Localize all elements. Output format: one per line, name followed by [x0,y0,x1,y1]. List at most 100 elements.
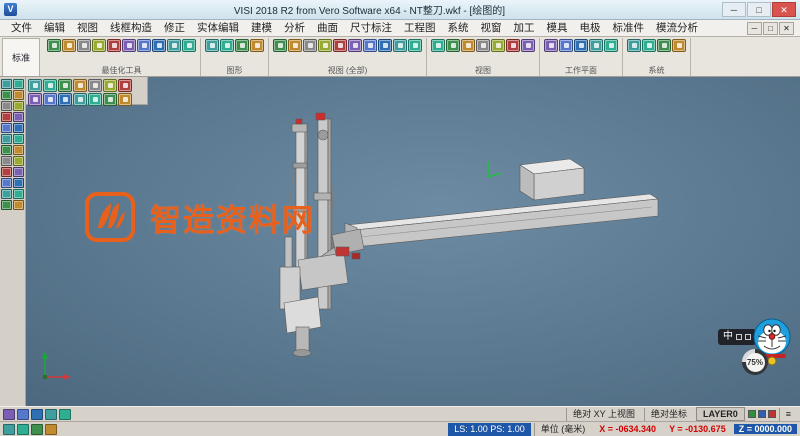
toolbar-icon[interactable] [431,39,445,52]
toolbar-icon[interactable] [627,39,641,52]
toolbar-icon[interactable] [103,79,117,92]
toolbar-icon[interactable] [3,409,15,420]
layer-selector[interactable]: LAYER0 [696,407,745,421]
toolbar-icon[interactable] [333,39,347,52]
toolbar-icon[interactable] [17,409,29,420]
toolbar-icon[interactable] [3,424,15,435]
toolbar-icon[interactable] [461,39,475,52]
toolbar-icon[interactable] [43,79,57,92]
toolbar-icon[interactable] [13,90,24,100]
ribbon-tab-standard[interactable]: 标准 [2,38,40,76]
toolbar-icon[interactable] [303,39,317,52]
toolbar-icon[interactable] [182,39,196,52]
toolbar-icon[interactable] [59,409,71,420]
toolbar-icon[interactable] [1,167,12,177]
toolbar-icon[interactable] [13,156,24,166]
mdi-restore-button[interactable]: □ [763,22,778,35]
toolbar-icon[interactable] [1,200,12,210]
toolbar-icon[interactable] [77,39,91,52]
mdi-minimize-button[interactable]: ─ [747,22,762,35]
toolbar-icon[interactable] [250,39,264,52]
viewport[interactable]: 智造资料网 中 75% [0,77,800,406]
status-menu-button[interactable]: ≡ [779,408,797,421]
toolbar-icon[interactable] [13,178,24,188]
toolbar-icon[interactable] [167,39,181,52]
menu-item-14[interactable]: 模具 [542,21,573,36]
maximize-button[interactable]: □ [747,2,771,17]
toolbar-icon[interactable] [1,123,12,133]
toolbar-icon[interactable] [506,39,520,52]
toolbar-icon[interactable] [521,39,535,52]
menu-item-4[interactable]: 修正 [159,21,190,36]
toolbar-icon[interactable] [446,39,460,52]
toolbar-icon[interactable] [31,424,43,435]
toolbar-icon[interactable] [1,178,12,188]
toolbar-icon[interactable] [408,39,422,52]
toolbar-icon[interactable] [13,167,24,177]
menu-item-0[interactable]: 文件 [6,21,37,36]
toolbar-icon[interactable] [58,93,72,106]
toolbar-icon[interactable] [73,93,87,106]
toolbar-icon[interactable] [13,101,24,111]
menu-item-6[interactable]: 建模 [246,21,277,36]
toolbar-icon[interactable] [476,39,490,52]
toolbar-icon[interactable] [1,90,12,100]
toolbar-icon[interactable] [92,39,106,52]
toolbar-icon[interactable] [657,39,671,52]
toolbar-icon[interactable] [672,39,686,52]
toolbar-icon[interactable] [1,112,12,122]
menu-item-7[interactable]: 分析 [279,21,310,36]
toolbar-icon[interactable] [318,39,332,52]
toolbar-icon[interactable] [62,39,76,52]
close-button[interactable]: ✕ [772,2,796,17]
toolbar-icon[interactable] [118,79,132,92]
toolbar-icon[interactable] [122,39,136,52]
menu-item-13[interactable]: 加工 [509,21,540,36]
toolbar-icon[interactable] [491,39,505,52]
toolbar-icon[interactable] [17,424,29,435]
status-color-swatch-red[interactable] [768,410,776,418]
status-view-mode[interactable]: 绝对 XY 上视图 [566,408,641,421]
toolbar-icon[interactable] [378,39,392,52]
toolbar-icon[interactable] [544,39,558,52]
viewport-canvas[interactable] [0,77,800,406]
toolbar-icon[interactable] [43,93,57,106]
toolbar-icon[interactable] [137,39,151,52]
toolbar-icon[interactable] [1,101,12,111]
menu-item-10[interactable]: 工程图 [399,21,441,36]
menu-item-8[interactable]: 曲面 [312,21,343,36]
toolbar-icon[interactable] [642,39,656,52]
menu-item-17[interactable]: 模流分析 [651,21,703,36]
toolbar-icon[interactable] [273,39,287,52]
status-coord-mode[interactable]: 绝对坐标 [644,408,693,421]
status-color-swatch-blue[interactable] [758,410,766,418]
toolbar-icon[interactable] [13,189,24,199]
toolbar-icon[interactable] [28,93,42,106]
toolbar-icon[interactable] [103,93,117,106]
menu-item-9[interactable]: 尺寸标注 [345,21,397,36]
toolbar-icon[interactable] [1,134,12,144]
status-color-swatch-green[interactable] [748,410,756,418]
menu-item-2[interactable]: 视图 [72,21,103,36]
toolbar-icon[interactable] [45,409,57,420]
toolbar-icon[interactable] [574,39,588,52]
toolbar-icon[interactable] [589,39,603,52]
ime-keyboard-icon[interactable] [736,334,742,340]
toolbar-icon[interactable] [13,79,24,89]
toolbar-icon[interactable] [288,39,302,52]
toolbar-icon[interactable] [1,156,12,166]
menu-item-11[interactable]: 系统 [443,21,474,36]
menu-item-16[interactable]: 标准件 [608,21,650,36]
toolbar-icon[interactable] [13,112,24,122]
toolbar-icon[interactable] [363,39,377,52]
toolbar-icon[interactable] [1,79,12,89]
toolbar-icon[interactable] [28,79,42,92]
toolbar-icon[interactable] [13,200,24,210]
toolbar-icon[interactable] [88,79,102,92]
toolbar-icon[interactable] [31,409,43,420]
toolbar-icon[interactable] [559,39,573,52]
mdi-close-button[interactable]: ✕ [779,22,794,35]
toolbar-icon[interactable] [88,93,102,106]
toolbar-icon[interactable] [348,39,362,52]
toolbar-icon[interactable] [58,79,72,92]
